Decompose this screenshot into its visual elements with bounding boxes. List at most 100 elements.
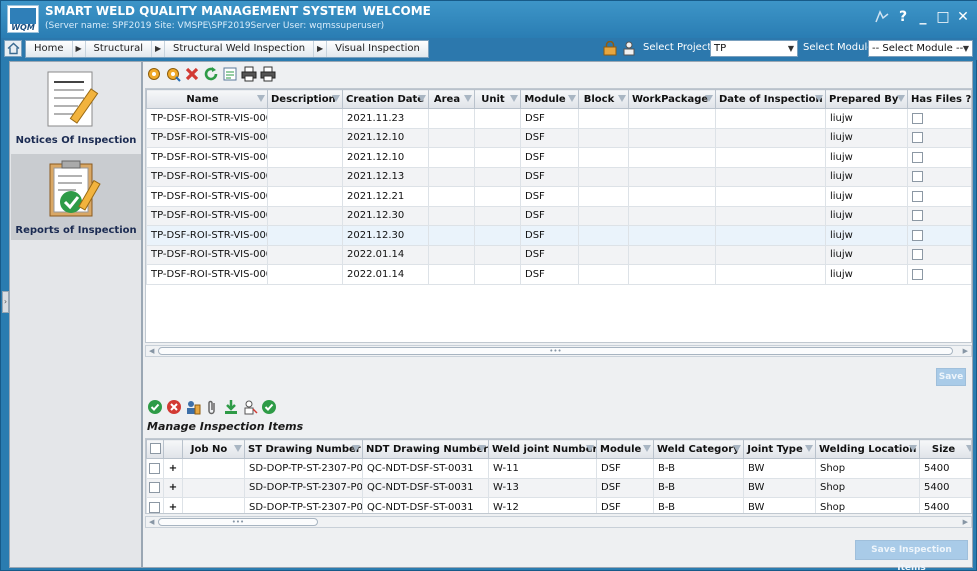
export-icon[interactable] <box>222 66 238 82</box>
col-welding-location[interactable]: Welding Location <box>815 439 920 459</box>
approve-icon[interactable] <box>147 399 163 415</box>
expand-icon[interactable]: + <box>163 477 183 498</box>
col-joint-type[interactable]: Joint Type <box>743 439 816 459</box>
sidebar-item-reports[interactable]: Reports of Inspection <box>11 154 141 240</box>
has-files-checkbox[interactable] <box>912 171 923 182</box>
items-horizontal-scrollbar[interactable]: ◀ ••• ▶ <box>145 516 972 528</box>
gear-icon[interactable] <box>165 66 181 82</box>
filter-icon[interactable] <box>586 445 594 452</box>
col-weld-category[interactable]: Weld Category <box>653 439 744 459</box>
filter-icon[interactable] <box>234 445 242 452</box>
filter-icon[interactable] <box>332 95 340 102</box>
row-checkbox[interactable] <box>149 501 160 513</box>
user-remove-icon[interactable] <box>242 399 258 415</box>
col-creation-date[interactable]: Creation Date <box>342 89 429 109</box>
maximize-button[interactable]: □ <box>936 9 950 25</box>
col-unit[interactable]: Unit <box>474 89 521 109</box>
breadcrumb-home[interactable]: Home <box>26 41 72 57</box>
table-row[interactable]: TP-DSF-ROI-STR-VIS-0003 2021.12.10 DSF liuj… <box>146 147 971 168</box>
col-workpackage[interactable]: WorkPackage <box>628 89 716 109</box>
table-row[interactable]: + SD-DOP-TP-ST-2307-P001QC-NDT-DSF-ST-00… <box>146 458 971 479</box>
home-icon[interactable] <box>4 40 22 57</box>
filter-icon[interactable] <box>966 445 971 452</box>
minimize-button[interactable]: _ <box>916 9 930 25</box>
row-checkbox[interactable] <box>149 482 160 493</box>
scrollbar-thumb[interactable]: ••• <box>158 347 953 355</box>
reject-icon[interactable] <box>166 399 182 415</box>
scroll-right-icon[interactable]: ▶ <box>963 346 968 356</box>
save-inspection-items-button[interactable]: Save Inspection Items <box>855 540 968 571</box>
select-all-checkbox[interactable] <box>149 443 161 455</box>
filter-icon[interactable] <box>705 95 713 102</box>
has-files-checkbox[interactable] <box>912 210 923 221</box>
table-row[interactable]: TP-DSF-ROI-STR-VIS-0009 2022.01.14 DSF liuj… <box>146 264 971 285</box>
expand-icon[interactable]: + <box>163 497 183 513</box>
col-date-of-inspection[interactable]: Date of Inspection <box>715 89 826 109</box>
attach-icon[interactable] <box>204 399 220 415</box>
breadcrumb-structural[interactable]: Structural <box>86 41 152 57</box>
filter-icon[interactable] <box>618 95 626 102</box>
filter-icon[interactable] <box>478 445 486 452</box>
col-name[interactable]: Name <box>146 89 268 109</box>
breadcrumb-visual-inspection[interactable]: Visual Inspection <box>327 41 428 57</box>
filter-icon[interactable] <box>257 95 265 102</box>
scroll-left-icon[interactable]: ◀ <box>149 517 154 527</box>
filter-icon[interactable] <box>510 95 518 102</box>
users-icon[interactable] <box>621 41 637 56</box>
col-job-no[interactable]: Job No <box>182 439 245 459</box>
filter-icon[interactable] <box>909 445 917 452</box>
confirm-icon[interactable] <box>261 399 277 415</box>
print-icon[interactable] <box>260 66 276 82</box>
col-weld-joint-number[interactable]: Weld joint Number <box>488 439 597 459</box>
filter-icon[interactable] <box>733 445 741 452</box>
has-files-checkbox[interactable] <box>912 190 923 202</box>
col-block[interactable]: Block <box>578 89 629 109</box>
reports-horizontal-scrollbar[interactable]: ◀ ••• ▶ <box>145 345 972 357</box>
table-row[interactable]: TP-DSF-ROI-STR-VIS-0004 2021.12.13 DSF liuj… <box>146 166 971 187</box>
download-icon[interactable] <box>223 399 239 415</box>
scrollbar-thumb[interactable]: ••• <box>158 518 318 526</box>
table-row[interactable]: TP-DSF-ROI-STR-VIS-0008 2022.01.14 DSF liuj… <box>146 244 971 265</box>
print-icon[interactable] <box>241 66 257 82</box>
save-button[interactable]: Save <box>936 368 966 386</box>
lock-icon[interactable] <box>603 41 617 56</box>
filter-icon[interactable] <box>418 95 426 102</box>
refresh-icon[interactable] <box>203 66 219 82</box>
table-row[interactable]: TP-DSF-ROI-STR-VIS-0002 2021.12.10 DSF liuj… <box>146 127 971 148</box>
col-ndt-drawing-number[interactable]: NDT Drawing Number <box>362 439 489 459</box>
scroll-right-icon[interactable]: ▶ <box>963 517 968 527</box>
breadcrumb-structural-weld-inspection[interactable]: Structural Weld Inspection <box>165 41 313 57</box>
col-module[interactable]: Module <box>596 439 654 459</box>
filter-icon[interactable] <box>805 445 813 452</box>
filter-icon[interactable] <box>568 95 576 102</box>
table-row[interactable]: TP-DSF-ROI-STR-VIS-0001 2021.11.23 DSF liuj… <box>146 108 971 129</box>
col-area[interactable]: Area <box>428 89 475 109</box>
filter-icon[interactable] <box>464 95 472 102</box>
has-files-checkbox[interactable] <box>912 151 923 163</box>
sidebar-item-notices[interactable]: Notices Of Inspection <box>11 64 141 150</box>
row-checkbox[interactable] <box>149 462 160 474</box>
col-has-files[interactable]: Has Files ? <box>907 89 971 109</box>
has-files-checkbox[interactable] <box>912 249 923 260</box>
filter-icon[interactable] <box>815 95 823 102</box>
has-files-checkbox[interactable] <box>912 229 923 241</box>
filter-icon[interactable] <box>643 445 651 452</box>
table-row[interactable]: + SD-DOP-TP-ST-2307-P001QC-NDT-DSF-ST-00… <box>146 477 971 498</box>
close-button[interactable]: ✕ <box>956 9 970 25</box>
assign-user-icon[interactable] <box>185 399 201 415</box>
select-project-dropdown[interactable]: TP ▼ <box>710 40 798 57</box>
has-files-checkbox[interactable] <box>912 268 923 280</box>
table-row[interactable]: TP-DSF-ROI-STR-VIS-0006 2021.12.30 DSF liuj… <box>146 205 971 226</box>
settings-logo-icon[interactable] <box>874 10 890 24</box>
col-prepared-by[interactable]: Prepared By <box>825 89 908 109</box>
select-module-dropdown[interactable]: -- Select Module -- ▼ <box>868 40 973 57</box>
col-st-drawing-number[interactable]: ST Drawing Number <box>244 439 363 459</box>
col-size[interactable]: Size <box>919 439 971 459</box>
col-description[interactable]: Description <box>267 89 343 109</box>
col-module[interactable]: Module <box>520 89 579 109</box>
expand-icon[interactable]: + <box>163 458 183 479</box>
filter-icon[interactable] <box>352 445 360 452</box>
has-files-checkbox[interactable] <box>912 132 923 143</box>
help-button[interactable]: ? <box>896 9 910 25</box>
table-row[interactable]: TP-DSF-ROI-STR-VIS-0007 2021.12.30 DSF liuj… <box>146 225 971 246</box>
